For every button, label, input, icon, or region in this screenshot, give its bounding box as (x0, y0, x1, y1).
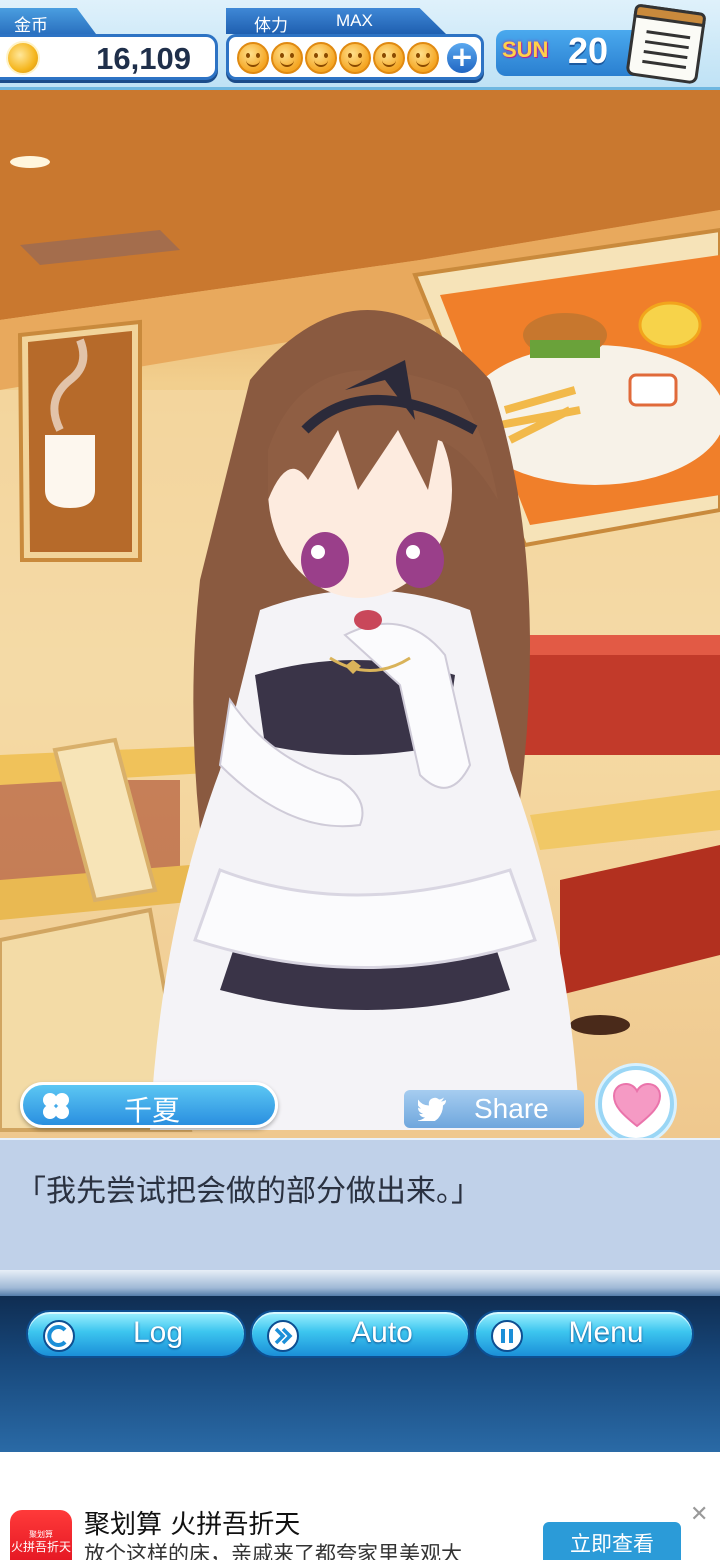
menu-button[interactable]: Menu (474, 1310, 694, 1358)
share-button[interactable]: Share (404, 1090, 584, 1128)
dialog-text: 「我先尝试把会做的部分做出来。」 (16, 1174, 481, 1209)
log-button[interactable]: Log (26, 1310, 246, 1358)
stamina-label: 体力 (254, 16, 288, 36)
dialog-box[interactable]: 「我先尝试把会做的部分做出来。」 (0, 1138, 720, 1270)
stamina-smiley-icon (407, 42, 439, 74)
scene-background (0, 90, 720, 1132)
ad-title: 聚划算 火拼吾折天 (84, 1510, 301, 1540)
affection-heart-button[interactable] (598, 1066, 674, 1138)
stamina-smiley-icon (305, 42, 337, 74)
log-icon (43, 1320, 75, 1352)
stamina-smiley-icon (237, 42, 269, 74)
day-name: SUN (502, 37, 549, 62)
share-label: Share (474, 1093, 549, 1124)
ad-logo: 聚划算 火拼吾折天 (10, 1510, 72, 1560)
fast-forward-icon (267, 1320, 299, 1352)
day-number: 20 (568, 30, 609, 71)
coffee-painting (17, 319, 142, 562)
game-screen: 金币 16,109 体力 MAX + SUN 20 千夏 Share 「我先尝试… (0, 0, 720, 1560)
story-scene[interactable]: 千夏 Share (0, 90, 720, 1138)
ad-description: 放个这样的床，亲戚来了都夸家里美观大 (84, 1542, 462, 1560)
schedule-notepad-icon[interactable] (625, 3, 707, 85)
stamina-status: MAX (336, 11, 373, 30)
stamina-smiley-icon (271, 42, 303, 74)
twitter-bird-icon (418, 1097, 446, 1121)
speaker-name-plate: 千夏 (20, 1082, 278, 1128)
top-hud: 金币 16,109 体力 MAX + SUN 20 (0, 0, 720, 90)
speaker-name: 千夏 (123, 1094, 180, 1127)
ad-close-icon[interactable]: ✕ (690, 1502, 708, 1527)
coins-counter: 16,109 (0, 34, 218, 80)
pause-icon (491, 1320, 523, 1352)
ceiling-light (10, 156, 50, 168)
heart-icon (612, 1082, 662, 1128)
menu-label: Menu (568, 1316, 644, 1349)
stamina-smiley-icon (373, 42, 405, 74)
log-label: Log (132, 1316, 184, 1349)
stamina-header: 体力 MAX (226, 8, 446, 34)
coin-icon (6, 41, 40, 75)
auto-button[interactable]: Auto (250, 1310, 470, 1358)
stamina-meter: + (226, 34, 484, 80)
control-bar: Log Auto Menu (0, 1296, 720, 1452)
add-stamina-button[interactable]: + (445, 41, 479, 75)
ad-cta-button[interactable]: 立即查看 (543, 1522, 681, 1560)
coins-value: 16,109 (96, 41, 191, 76)
auto-label: Auto (351, 1316, 413, 1349)
coins-label: 金币 (0, 8, 96, 34)
stamina-smiley-icon (339, 42, 371, 74)
ad-logo-main: 火拼吾折天 (10, 1540, 71, 1554)
advertisement-banner[interactable]: 聚划算 火拼吾折天 聚划算 火拼吾折天 放个这样的床，亲戚来了都夸家里美观大 ✕… (0, 1452, 720, 1560)
